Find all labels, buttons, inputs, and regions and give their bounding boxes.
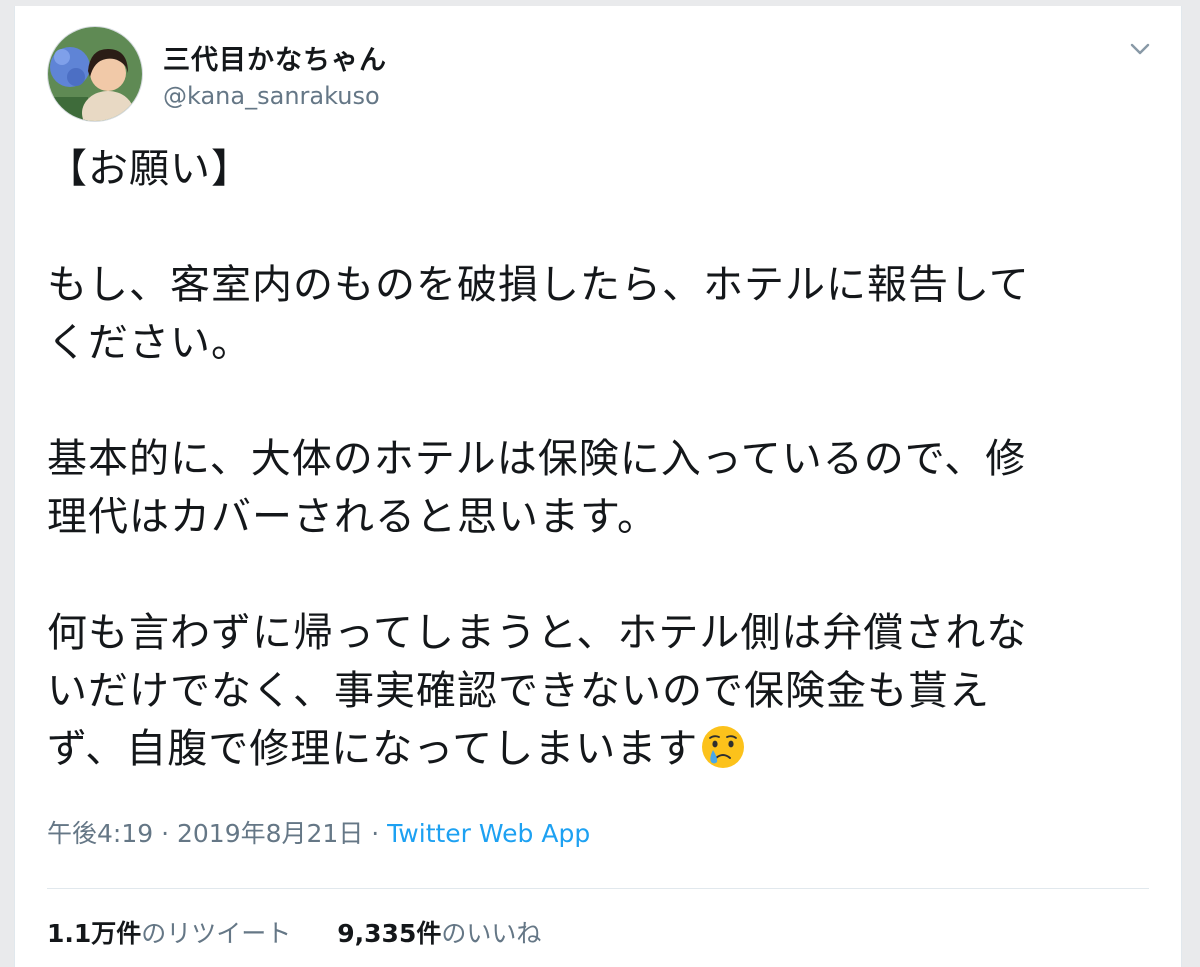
likes-label: のいいね <box>441 919 542 948</box>
meta-separator: · <box>363 819 388 848</box>
divider <box>47 888 1149 889</box>
tweet-line: 何も言わずに帰ってしまうと、ホテル側は弁償されな <box>47 610 1028 656</box>
tweet-line: いだけでなく、事実確認できないので保険金も貰え <box>47 668 990 714</box>
tweet-stats: 1.1万件のリツイート 9,335件のいいね <box>47 914 541 950</box>
tweet-line: 理代はカバーされると思います。 <box>47 494 658 540</box>
tweet-source-link[interactable]: Twitter Web App <box>387 819 590 848</box>
tweet-line: ください。 <box>47 320 252 366</box>
likes-count: 9,335件 <box>337 919 442 948</box>
tweet-text: 【お願い】 もし、客室内のものを破損したら、ホテルに報告して ください。 基本的… <box>47 140 1157 786</box>
tweet-line: 基本的に、大体のホテルは保険に入っているので、修 <box>47 436 1027 482</box>
tweet-line: もし、客室内のものを破損したら、ホテルに報告して <box>47 262 1030 308</box>
chevron-down-icon[interactable] <box>1125 34 1155 64</box>
avatar-image <box>48 27 142 121</box>
retweets-count: 1.1万件 <box>47 919 142 948</box>
author-display-name[interactable]: 三代目かなちゃん <box>163 38 387 77</box>
retweets-label: のリツイート <box>141 919 292 948</box>
tweet-meta: 午後4:19 · 2019年8月21日 · Twitter Web App <box>47 814 590 850</box>
likes-stat[interactable]: 9,335件のいいね <box>337 919 541 948</box>
tweet-date[interactable]: 2019年8月21日 <box>177 819 363 848</box>
author-handle[interactable]: @kana_sanrakuso <box>163 82 380 110</box>
tweet-time[interactable]: 午後4:19 <box>47 819 153 848</box>
tweet-heading: 【お願い】 <box>47 146 252 192</box>
avatar[interactable] <box>47 26 143 122</box>
meta-separator: · <box>153 819 177 848</box>
tweet-line-last: ず、自腹で修理になってしまいます <box>47 720 1157 786</box>
tweet-line: ず、自腹で修理になってしまいます <box>47 726 699 772</box>
crying-face-icon <box>700 724 746 786</box>
retweets-stat[interactable]: 1.1万件のリツイート <box>47 919 291 948</box>
tweet-card: 三代目かなちゃん @kana_sanrakuso 【お願い】 もし、客室内のもの… <box>14 6 1182 967</box>
